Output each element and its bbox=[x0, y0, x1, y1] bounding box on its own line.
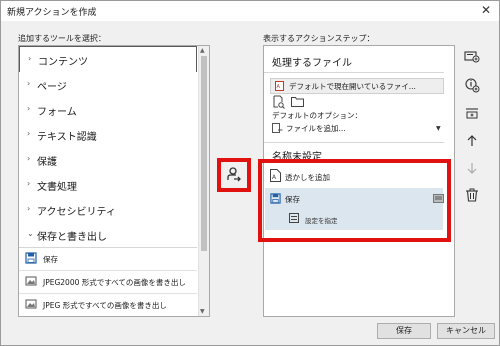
category-save-export[interactable]: ⌄ 保存と書き出し bbox=[19, 222, 197, 248]
window-title: 新規アクションを作成 bbox=[7, 8, 97, 18]
default-option-select[interactable]: ファイルを追加... bbox=[286, 123, 346, 134]
highlight-frame bbox=[258, 159, 451, 242]
scrollbar-thumb[interactable] bbox=[201, 56, 207, 251]
scroll-up-icon[interactable]: ▲ bbox=[200, 47, 205, 54]
left-scrollbar[interactable]: ▲ ▼ bbox=[198, 46, 209, 316]
insert-divider-icon[interactable] bbox=[464, 106, 480, 122]
category-document-processing[interactable]: › 文書処理 bbox=[19, 172, 197, 198]
category-text-recognition[interactable]: › テキスト認識 bbox=[19, 122, 197, 148]
search-file-icon[interactable] bbox=[272, 95, 286, 109]
tool-item-export-jpeg2000[interactable]: JPEG2000 形式ですべての画像を書き出し bbox=[19, 271, 197, 294]
category-label: フォーム bbox=[37, 107, 77, 118]
chevron-right-icon: › bbox=[27, 79, 31, 88]
category-label: 文書処理 bbox=[37, 182, 77, 193]
tool-item-label: 保存 bbox=[43, 255, 58, 264]
folder-icon[interactable] bbox=[291, 96, 304, 107]
add-to-steps-icon[interactable] bbox=[225, 166, 243, 184]
dropdown-icon[interactable]: ▼ bbox=[436, 125, 441, 132]
file-source-field[interactable]: A デフォルトで現在開いているファイ... bbox=[270, 78, 444, 94]
category-accessibility[interactable]: › アクセシビリティ bbox=[19, 197, 197, 223]
category-forms[interactable]: › フォーム bbox=[19, 97, 197, 123]
move-up-icon[interactable] bbox=[464, 133, 480, 149]
tools-section-label: 追加するツールを選択： bbox=[18, 34, 106, 43]
divider bbox=[264, 72, 444, 73]
file-section-title: 処理するファイル bbox=[272, 58, 352, 69]
dialog-window: 新規アクションを作成 ✕ 追加するツールを選択： › コンテンツ › ページ ›… bbox=[0, 0, 500, 346]
image-export-icon bbox=[25, 299, 37, 309]
cancel-button[interactable]: キャンセル bbox=[437, 323, 495, 339]
close-icon[interactable]: ✕ bbox=[481, 3, 491, 17]
file-section-header: 処理するファイル bbox=[264, 46, 444, 74]
category-protect[interactable]: › 保護 bbox=[19, 147, 197, 173]
move-down-icon[interactable] bbox=[464, 160, 480, 176]
tool-item-label: JPEG2000 形式ですべての画像を書き出し bbox=[43, 278, 186, 287]
default-option-label: デフォルトのオプション： bbox=[272, 111, 362, 120]
add-file-icon bbox=[272, 123, 283, 133]
category-label: 保護 bbox=[37, 157, 57, 168]
category-label: テキスト認識 bbox=[37, 132, 97, 143]
category-label: 保存と書き出し bbox=[37, 232, 107, 243]
save-icon bbox=[25, 252, 37, 264]
tool-item-label: JPEG 形式ですべての画像を書き出し bbox=[43, 301, 167, 310]
category-label: ページ bbox=[37, 82, 67, 93]
divider bbox=[264, 142, 444, 143]
delete-icon[interactable] bbox=[464, 187, 480, 203]
steps-section-label: 表示するアクションステップ： bbox=[263, 34, 375, 43]
add-panel-icon[interactable] bbox=[464, 48, 480, 64]
chevron-right-icon: › bbox=[27, 179, 31, 188]
chevron-right-icon: › bbox=[27, 104, 31, 113]
scroll-down-icon[interactable]: ▼ bbox=[200, 308, 205, 315]
save-button[interactable]: 保存 bbox=[377, 323, 431, 339]
category-content[interactable]: › コンテンツ bbox=[19, 46, 197, 73]
chevron-right-icon: › bbox=[28, 54, 32, 63]
image-export-icon bbox=[25, 276, 37, 286]
svg-text:A: A bbox=[277, 84, 281, 90]
add-instruction-icon[interactable] bbox=[464, 77, 480, 93]
chevron-down-icon: ⌄ bbox=[27, 229, 34, 238]
file-source-value: デフォルトで現在開いているファイ... bbox=[289, 82, 416, 91]
category-label: アクセシビリティ bbox=[37, 207, 116, 218]
title-bar: 新規アクションを作成 ✕ bbox=[1, 1, 499, 21]
pdf-file-icon: A bbox=[275, 81, 284, 91]
chevron-right-icon: › bbox=[27, 204, 31, 213]
chevron-right-icon: › bbox=[27, 154, 31, 163]
tool-item-save[interactable]: 保存 bbox=[19, 248, 197, 271]
chevron-right-icon: › bbox=[27, 129, 31, 138]
category-label: コンテンツ bbox=[38, 57, 88, 68]
tool-list[interactable]: › コンテンツ › ページ › フォーム › テキスト認識 › 保護 › 文書処… bbox=[18, 45, 210, 317]
category-pages[interactable]: › ページ bbox=[19, 72, 197, 98]
tool-item-export-jpeg[interactable]: JPEG 形式ですべての画像を書き出し bbox=[19, 294, 197, 316]
